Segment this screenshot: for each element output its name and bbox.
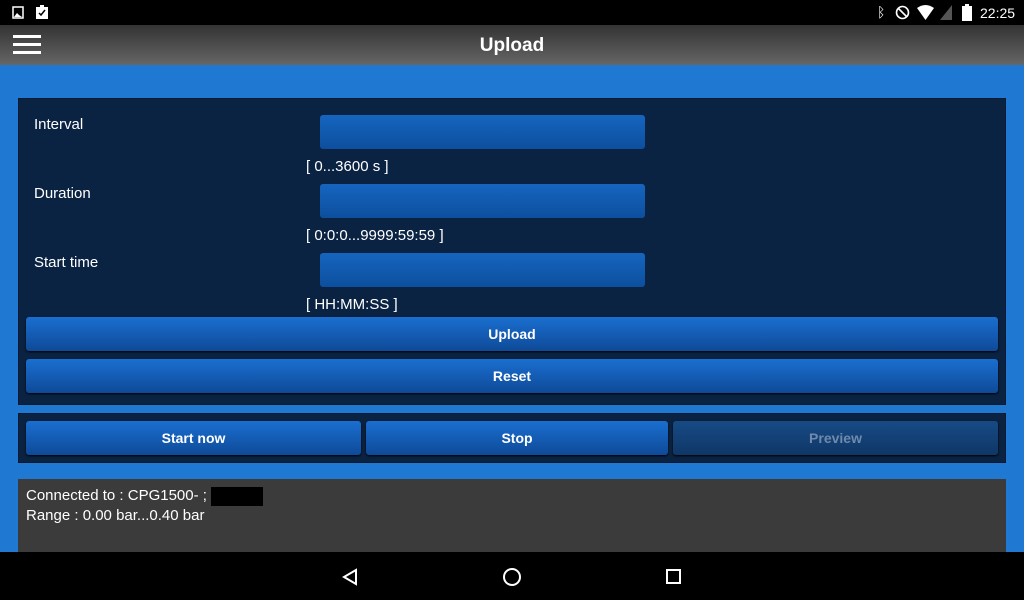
no-signal-icon	[940, 5, 952, 20]
navigation-bar	[0, 552, 1024, 600]
connected-text: Connected to : CPG1500- ;	[26, 487, 207, 504]
recents-icon[interactable]	[665, 568, 683, 586]
bluetooth-icon: ᛒ	[877, 4, 886, 20]
page-title: Upload	[479, 35, 545, 56]
clock: 22:25	[980, 5, 1016, 21]
wifi-icon	[917, 5, 934, 20]
start-now-button[interactable]: Start now	[26, 421, 361, 455]
connection-info: Connected to : CPG1500- ; Range : 0.00 b…	[18, 479, 1006, 552]
redacted-serial	[211, 486, 264, 506]
home-icon[interactable]	[502, 567, 522, 587]
duration-input[interactable]	[320, 184, 645, 218]
preview-button[interactable]: Preview	[673, 421, 998, 455]
interval-input[interactable]	[320, 115, 645, 149]
start-time-hint: [ HH:MM:SS ]	[306, 296, 398, 313]
interval-hint: [ 0...3600 s ]	[306, 158, 389, 175]
range-text: Range : 0.00 bar...0.40 bar	[26, 507, 205, 524]
start-time-input[interactable]	[320, 253, 645, 287]
battery-icon	[962, 4, 972, 21]
status-bar: ᛒ 22:25	[0, 0, 1024, 25]
duration-label: Duration	[34, 185, 91, 202]
stop-button[interactable]: Stop	[366, 421, 668, 455]
upload-button[interactable]: Upload	[26, 317, 998, 351]
interval-label: Interval	[34, 116, 84, 133]
reset-button[interactable]: Reset	[26, 359, 998, 393]
back-icon[interactable]	[341, 568, 359, 586]
do-not-disturb-icon	[895, 5, 910, 20]
image-icon	[12, 6, 24, 19]
start-time-label: Start time	[34, 254, 99, 271]
duration-hint: [ 0:0:0...9999:59:59 ]	[306, 227, 444, 244]
clipboard-check-icon	[36, 5, 48, 19]
app-bar: Upload	[0, 25, 1024, 65]
